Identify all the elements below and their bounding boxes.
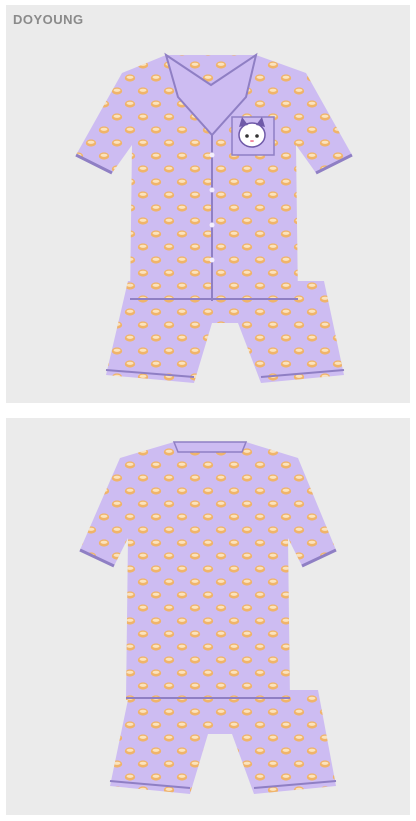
back-view-panel <box>6 418 410 815</box>
front-view-panel: DOYOUNG <box>6 5 410 403</box>
shorts-back <box>109 690 337 794</box>
pajama-back-image <box>79 441 337 794</box>
shirt-front <box>75 52 353 301</box>
pajama-front-image <box>75 52 353 383</box>
shirt-back <box>79 441 337 700</box>
